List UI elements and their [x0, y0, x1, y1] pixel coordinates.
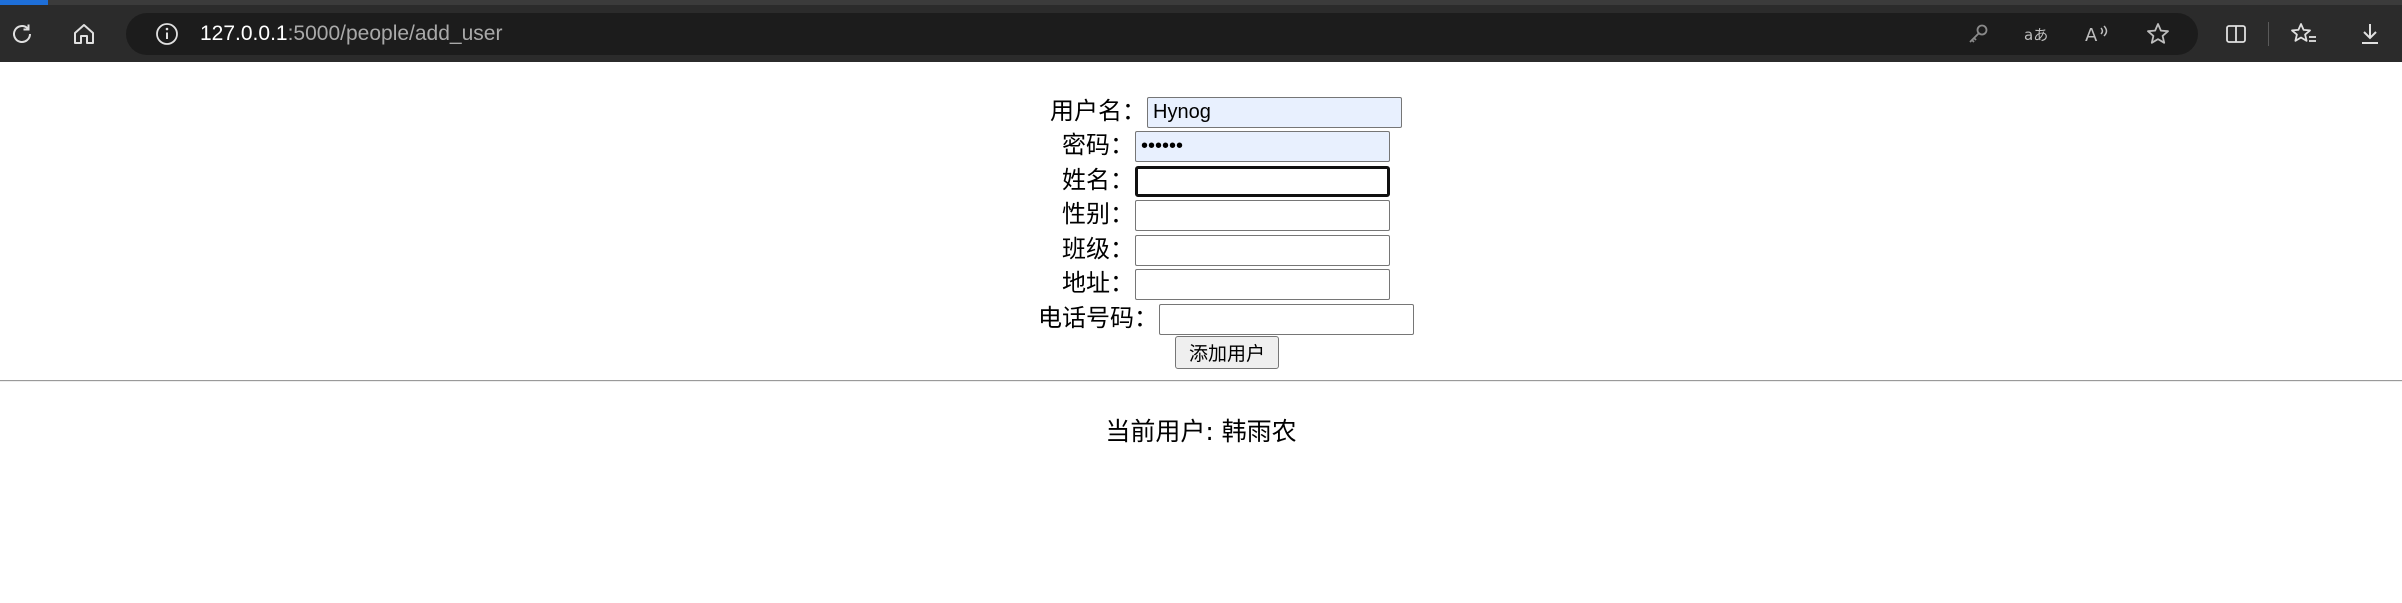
key-icon[interactable] — [1958, 13, 1998, 55]
address-label: 地址： — [1062, 269, 1134, 297]
url-text[interactable]: 127.0.0.1:5000/people/add_user — [200, 13, 502, 55]
address-bar[interactable]: 127.0.0.1:5000/people/add_user aあ A — [126, 13, 2198, 55]
gender-input[interactable] — [1135, 200, 1390, 231]
url-path: :5000/people/add_user — [287, 22, 503, 45]
download-icon[interactable] — [2348, 5, 2392, 62]
phone-label: 电话号码： — [1038, 304, 1158, 332]
form-row-class: 班级： — [0, 232, 2402, 266]
form-row-address: 地址： — [0, 266, 2402, 300]
name-label: 姓名： — [1062, 166, 1134, 194]
favorites-icon[interactable] — [2282, 5, 2326, 62]
svg-text:A: A — [2085, 25, 2098, 46]
name-input[interactable] — [1135, 166, 1390, 197]
class-label: 班级： — [1062, 235, 1134, 263]
username-label: 用户名： — [1050, 97, 1146, 125]
phone-input[interactable] — [1159, 304, 1414, 335]
current-user-text: 当前用户: 韩雨农 — [1105, 417, 1297, 446]
page-content: 用户名： 密码： 姓名： 性别： 班级： 地址： 电话号码： 添加用户 — [0, 62, 2402, 603]
form-row-phone: 电话号码： — [0, 301, 2402, 335]
star-icon[interactable] — [2138, 13, 2178, 55]
read-aloud-icon[interactable]: A — [2078, 13, 2118, 55]
class-input[interactable] — [1135, 235, 1390, 266]
form-row-password: 密码： — [0, 128, 2402, 162]
address-input[interactable] — [1135, 269, 1390, 300]
password-label: 密码： — [1062, 131, 1134, 159]
form-row-username: 用户名： — [0, 94, 2402, 128]
svg-text:aあ: aあ — [2024, 26, 2048, 44]
url-host: 127.0.0.1 — [200, 22, 288, 45]
gender-label: 性别： — [1062, 200, 1134, 228]
add-user-button[interactable]: 添加用户 — [1175, 336, 1279, 369]
split-screen-icon[interactable] — [2214, 5, 2258, 62]
username-input[interactable] — [1147, 97, 1402, 128]
info-icon[interactable] — [152, 13, 182, 55]
password-input[interactable] — [1135, 131, 1390, 162]
form-row-gender: 性别： — [0, 197, 2402, 231]
form-row-name: 姓名： — [0, 163, 2402, 197]
browser-toolbar: 127.0.0.1:5000/people/add_user aあ A — [0, 5, 2402, 62]
home-icon[interactable] — [62, 5, 106, 62]
horizontal-divider — [0, 380, 2402, 382]
translate-icon[interactable]: aあ — [2018, 13, 2058, 55]
reload-icon[interactable] — [0, 5, 44, 62]
toolbar-divider — [2268, 22, 2269, 46]
